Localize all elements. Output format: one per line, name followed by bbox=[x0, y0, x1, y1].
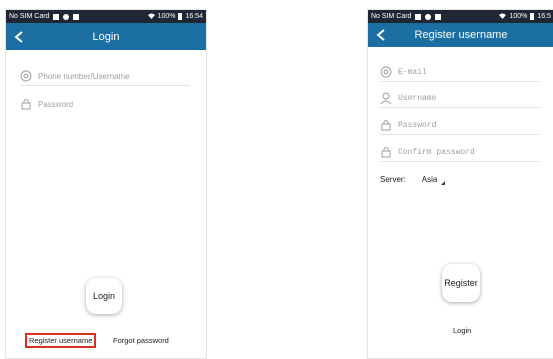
email-input[interactable] bbox=[398, 67, 538, 77]
lock-icon bbox=[20, 98, 32, 110]
phone-username-field[interactable] bbox=[20, 67, 190, 86]
status-bar: No SIM Card 100% 16:5 bbox=[368, 10, 553, 23]
username-field[interactable] bbox=[380, 89, 540, 108]
at-icon bbox=[20, 70, 32, 82]
register-username-label: Register username bbox=[29, 336, 93, 345]
server-value: Asia bbox=[421, 175, 438, 184]
confirm-password-input[interactable] bbox=[398, 147, 538, 157]
username-input[interactable] bbox=[398, 93, 538, 103]
wifi-icon bbox=[147, 13, 155, 21]
lock-icon bbox=[380, 146, 392, 158]
notification-icon bbox=[425, 13, 432, 20]
battery-icon bbox=[178, 13, 183, 20]
battery-icon bbox=[530, 13, 535, 20]
notification-icon bbox=[415, 13, 422, 20]
page-title: Login bbox=[92, 30, 120, 43]
forgot-password-label: Forgot password bbox=[113, 336, 169, 345]
carrier-text: No SIM Card bbox=[371, 13, 412, 20]
notification-icon bbox=[53, 13, 60, 20]
wifi-icon bbox=[499, 13, 507, 21]
notification-icon bbox=[435, 13, 442, 20]
server-row: Server: Asia bbox=[380, 172, 446, 187]
register-screen: No SIM Card 100% 16:5 Register username bbox=[367, 9, 553, 359]
battery-text: 100% bbox=[509, 13, 528, 20]
app-bar: Register username bbox=[368, 23, 553, 47]
user-icon bbox=[380, 92, 392, 104]
carrier-text: No SIM Card bbox=[9, 13, 50, 20]
confirm-password-field[interactable] bbox=[380, 143, 540, 162]
password-input[interactable] bbox=[38, 99, 178, 109]
login-button[interactable]: Login bbox=[86, 278, 122, 314]
dropdown-arrow-icon bbox=[441, 178, 446, 187]
password-input[interactable] bbox=[398, 120, 538, 130]
clock-text: 16:54 bbox=[185, 13, 203, 20]
app-bar: Login bbox=[6, 23, 206, 50]
register-button[interactable]: Register bbox=[442, 264, 480, 302]
password-field[interactable] bbox=[20, 95, 190, 113]
at-icon bbox=[380, 66, 392, 78]
server-select[interactable]: Asia bbox=[422, 172, 446, 187]
login-link-label: Login bbox=[453, 326, 472, 335]
phone-username-input[interactable] bbox=[38, 71, 178, 81]
server-label: Server: bbox=[380, 175, 406, 184]
login-screen: No SIM Card 100% 16:54 Login Phone numbe… bbox=[5, 9, 207, 359]
back-arrow-icon[interactable] bbox=[374, 28, 388, 42]
lock-icon bbox=[380, 119, 392, 131]
login-button-label: Login bbox=[92, 291, 116, 301]
notification-icon bbox=[63, 13, 70, 20]
notification-icon bbox=[73, 13, 80, 20]
register-username-link[interactable]: Register username bbox=[25, 333, 97, 348]
clock-text: 16:5 bbox=[537, 13, 551, 20]
email-field[interactable] bbox=[380, 63, 540, 82]
back-arrow-icon[interactable] bbox=[12, 30, 26, 44]
forgot-password-link[interactable]: Forgot password bbox=[113, 336, 169, 345]
register-button-label: Register bbox=[444, 278, 478, 288]
page-title: Register username bbox=[414, 29, 508, 41]
status-bar: No SIM Card 100% 16:54 bbox=[6, 10, 206, 23]
password-field[interactable] bbox=[380, 116, 540, 135]
login-link[interactable]: Login bbox=[453, 326, 471, 335]
battery-text: 100% bbox=[157, 13, 176, 20]
